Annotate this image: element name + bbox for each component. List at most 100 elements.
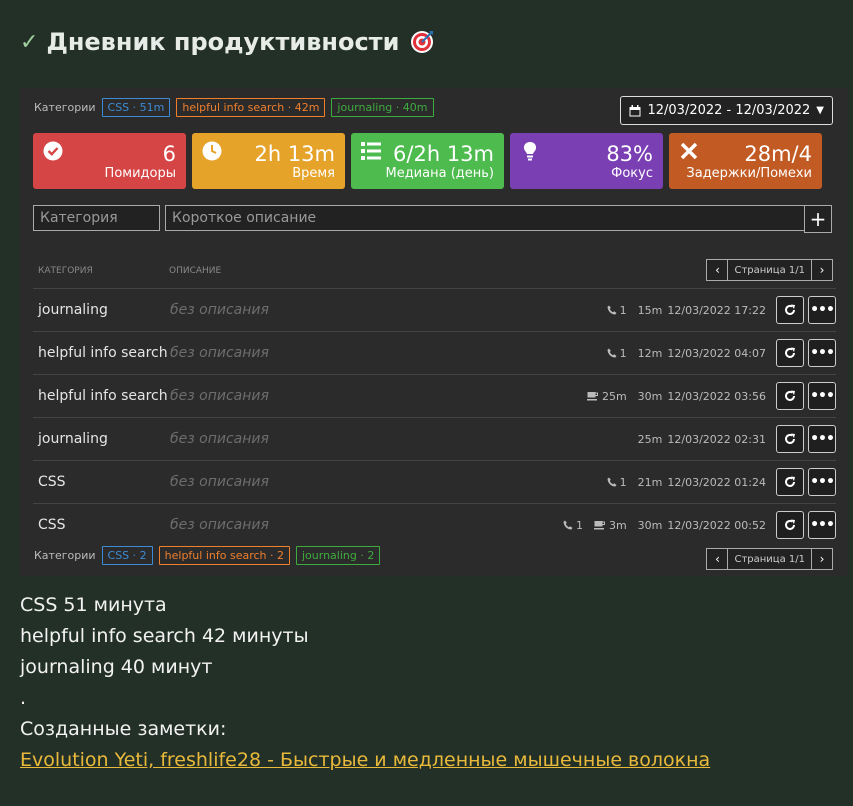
- entry-description: без описания: [170, 345, 269, 361]
- productivity-panel: Категории CSS · 51m helpful info search …: [20, 88, 848, 576]
- refresh-icon: [785, 476, 795, 487]
- list-icon: [361, 142, 381, 160]
- entry-meta: 25m 12/03/2022 02:31: [632, 433, 766, 446]
- restart-button[interactable]: [776, 296, 804, 324]
- calls-info: 1: [563, 519, 583, 532]
- restart-button[interactable]: [776, 425, 804, 453]
- duration: 21m: [637, 475, 663, 489]
- restart-button[interactable]: [776, 382, 804, 410]
- add-entry-button[interactable]: +: [804, 205, 832, 233]
- clock-icon: [202, 141, 222, 161]
- calls-count: 1: [619, 475, 627, 489]
- summary-line: Созданные заметки:: [20, 718, 227, 740]
- ellipsis-icon: •••: [810, 474, 835, 490]
- chevron-left-icon: ‹: [715, 263, 720, 277]
- duration: 25m: [637, 432, 663, 446]
- summary-line: helpful info search 42 минуты: [20, 625, 309, 647]
- coffee-icon: [593, 521, 605, 530]
- more-options-button[interactable]: •••: [808, 382, 836, 410]
- datetime: 12/03/2022 17:22: [667, 303, 766, 317]
- close-icon: [680, 142, 698, 160]
- phone-icon: [607, 477, 617, 487]
- date-range-picker[interactable]: 12/03/2022 - 12/03/2022 ▼: [620, 96, 833, 125]
- break-duration: 25m: [601, 389, 627, 403]
- calls-info: 1: [607, 347, 627, 360]
- table-row: helpful info search без описания 1 12m 12/03…: [33, 331, 836, 374]
- duration: 15m: [637, 303, 663, 317]
- pagination-top: ‹ Страница 1/1 ›: [706, 259, 833, 281]
- category-filter-top: Категории CSS · 51m helpful info search …: [34, 98, 434, 117]
- entry-description: без описания: [170, 431, 269, 447]
- category-tag-helpful-info-search[interactable]: helpful info search · 42m: [176, 98, 326, 117]
- next-page-button[interactable]: ›: [811, 259, 833, 281]
- next-page-button[interactable]: ›: [811, 548, 833, 570]
- more-options-button[interactable]: •••: [808, 425, 836, 453]
- stat-interruptions: 28m/4 Задержки/Помехи: [669, 133, 822, 189]
- calls-count: 1: [619, 303, 627, 317]
- entry-meta: 25m 30m 12/03/2022 03:56: [581, 390, 766, 403]
- category-tag-css[interactable]: CSS · 2: [101, 546, 153, 565]
- category-tag-css[interactable]: CSS · 51m: [101, 98, 171, 117]
- datetime: 12/03/2022 02:31: [667, 432, 766, 446]
- entry-category: CSS: [38, 517, 66, 533]
- ellipsis-icon: •••: [810, 431, 835, 447]
- categories-label: Категории: [34, 101, 96, 114]
- more-options-button[interactable]: •••: [808, 511, 836, 539]
- ellipsis-icon: •••: [810, 302, 835, 318]
- break-duration: 3m: [608, 518, 627, 532]
- more-options-button[interactable]: •••: [808, 339, 836, 367]
- note-link[interactable]: Evolution Yeti, freshlife28 - Быстрые и …: [20, 749, 710, 771]
- category-input[interactable]: Категория: [33, 205, 160, 231]
- entry-meta: 1 12m 12/03/2022 04:07: [607, 347, 766, 360]
- prev-page-button[interactable]: ‹: [706, 259, 729, 281]
- category-filter-bottom: Категории CSS · 2 helpful info search · …: [34, 546, 381, 565]
- page-title: ✓ Дневник продуктивности: [20, 27, 435, 57]
- lightbulb-icon: [523, 142, 537, 161]
- categories-label: Категории: [34, 549, 96, 562]
- stat-caption: Время: [292, 166, 335, 181]
- summary-line: CSS 51 минута: [20, 594, 167, 616]
- category-tag-helpful-info-search[interactable]: helpful info search · 2: [158, 546, 290, 565]
- duration: 12m: [637, 346, 663, 360]
- entry-meta: 1 21m 12/03/2022 01:24: [607, 476, 766, 489]
- prev-page-button[interactable]: ‹: [706, 548, 729, 570]
- entry-meta: 1 15m 12/03/2022 17:22: [607, 304, 766, 317]
- ellipsis-icon: •••: [810, 345, 835, 361]
- stat-value: 83%: [606, 142, 653, 166]
- calls-count: 1: [619, 346, 627, 360]
- summary-line: journaling 40 минут: [20, 656, 213, 678]
- more-options-button[interactable]: •••: [808, 296, 836, 324]
- more-options-button[interactable]: •••: [808, 468, 836, 496]
- stat-pomodoros: 6 Помидоры: [33, 133, 186, 189]
- checkmark-icon: ✓: [20, 29, 39, 55]
- refresh-icon: [785, 433, 795, 444]
- restart-button[interactable]: [776, 511, 804, 539]
- calls-info: 1: [607, 476, 627, 489]
- entry-description: без описания: [170, 302, 269, 318]
- table-row: helpful info search без описания 25m 30m 12/…: [33, 374, 836, 417]
- summary-line: .: [20, 687, 27, 709]
- ellipsis-icon: •••: [810, 517, 835, 533]
- chevron-left-icon: ‹: [715, 552, 720, 566]
- refresh-icon: [785, 390, 795, 401]
- table-row: journaling без описания 1 15m 12/03/2022 17:…: [33, 288, 836, 331]
- break-info: 3m: [593, 518, 627, 532]
- restart-button[interactable]: [776, 468, 804, 496]
- table-row: CSS без описания 1 21m 12/03/2022 01:24 •••: [33, 460, 836, 503]
- stat-time: 2h 13m Время: [192, 133, 345, 189]
- chevron-right-icon: ›: [819, 552, 825, 566]
- stat-caption: Помидоры: [104, 166, 176, 181]
- category-tag-journaling[interactable]: journaling · 2: [296, 546, 381, 565]
- datetime: 12/03/2022 00:52: [667, 518, 766, 532]
- table-row: journaling без описания 25m 12/03/2022 02:3…: [33, 417, 836, 460]
- pagination-bottom: ‹ Страница 1/1 ›: [706, 548, 833, 570]
- entry-category: CSS: [38, 474, 66, 490]
- restart-button[interactable]: [776, 339, 804, 367]
- target-icon: [409, 29, 435, 55]
- entry-description: без описания: [170, 474, 269, 490]
- break-info: 25m: [586, 389, 627, 403]
- description-input[interactable]: Короткое описание: [165, 205, 805, 231]
- category-tag-journaling[interactable]: journaling · 40m: [331, 98, 434, 117]
- column-category: КАТЕГОРИЯ: [38, 266, 93, 276]
- stat-focus: 83% Фокус: [510, 133, 663, 189]
